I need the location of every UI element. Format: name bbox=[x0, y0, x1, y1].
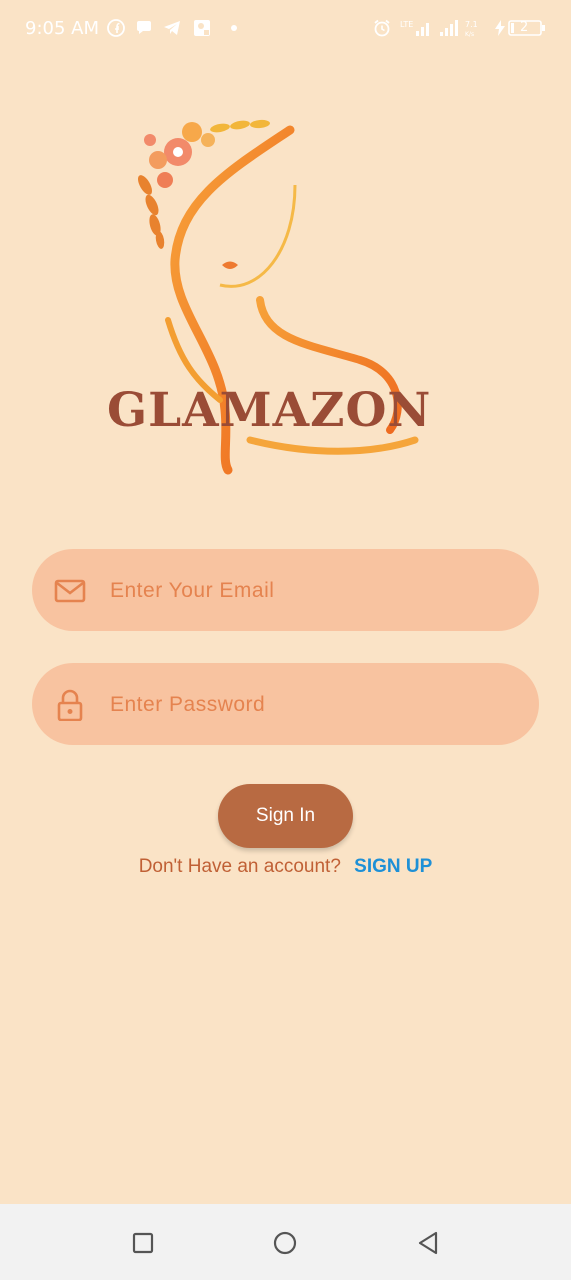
signup-row: Don't Have an account? SIGN UP bbox=[0, 856, 571, 878]
password-input[interactable] bbox=[108, 663, 512, 747]
alarm-icon bbox=[374, 19, 390, 37]
facebook-icon bbox=[107, 19, 125, 37]
chat-icon bbox=[137, 21, 151, 34]
back-icon[interactable] bbox=[413, 1228, 443, 1258]
signal-icon bbox=[440, 20, 458, 36]
status-time: 9:05 AM bbox=[25, 18, 99, 39]
signup-prompt: Don't Have an account? bbox=[138, 856, 341, 877]
data-speed-icon: 7.1 K/s bbox=[465, 20, 478, 38]
lte-signal-icon: LTE bbox=[400, 20, 429, 36]
signup-link[interactable]: SIGN UP bbox=[354, 856, 432, 877]
svg-text:7.1: 7.1 bbox=[465, 20, 478, 29]
home-icon[interactable] bbox=[270, 1228, 300, 1258]
contact-card-icon bbox=[194, 20, 210, 36]
status-bar: 9:05 AM LTE 7.1 K/s 2 bbox=[0, 0, 571, 58]
lock-icon bbox=[57, 689, 83, 721]
svg-text:LTE: LTE bbox=[400, 20, 413, 29]
notification-dot-icon bbox=[231, 25, 237, 31]
navigation-bar bbox=[0, 1204, 571, 1280]
password-field[interactable] bbox=[32, 663, 539, 747]
envelope-icon bbox=[54, 579, 86, 603]
charging-icon bbox=[495, 20, 505, 36]
email-input[interactable] bbox=[108, 549, 512, 633]
recents-icon[interactable] bbox=[128, 1228, 158, 1258]
battery-level: 2 bbox=[520, 20, 529, 35]
sign-in-button[interactable]: Sign In bbox=[218, 784, 353, 848]
telegram-icon bbox=[164, 21, 180, 35]
email-field[interactable] bbox=[32, 549, 539, 633]
brand-wordmark: GLAMAZON bbox=[107, 383, 432, 438]
svg-text:K/s: K/s bbox=[465, 31, 474, 38]
